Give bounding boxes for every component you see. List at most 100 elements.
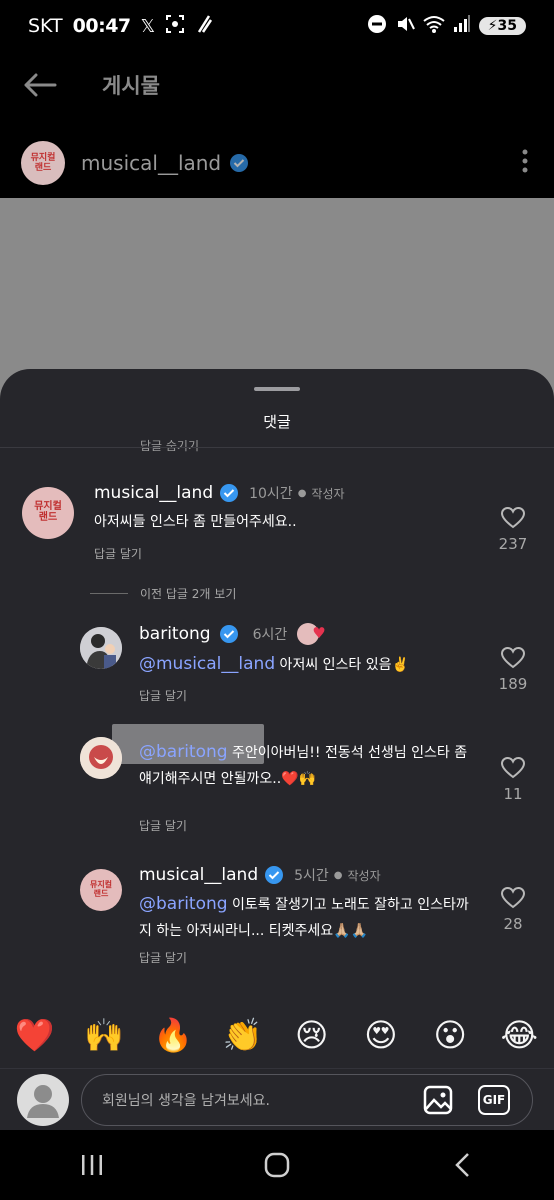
avatar-logo-bottom: 랜드 [34,163,52,173]
avatar-logo: 뮤지컬 랜드 [84,880,118,898]
mute-icon [395,14,415,39]
reply-button[interactable]: 답글 달기 [139,949,187,966]
view-previous-replies[interactable]: 이전 답글 2개 보기 [90,585,236,602]
dnd-icon [367,14,387,39]
mention-link[interactable]: @baritong [139,894,228,914]
comment-avatar[interactable] [80,737,122,779]
comment-username[interactable]: musical__land [94,483,213,503]
avatar-logo-bottom: 랜드 [38,512,58,523]
avatar-logo-bottom: 랜드 [93,889,109,898]
heart-outline-icon [500,756,526,779]
view-previous-label: 이전 답글 2개 보기 [140,587,237,601]
chevron-left-icon [454,1153,469,1177]
home-icon [264,1152,290,1178]
post-author-row: 뮤지컬 랜드 musical__land [0,136,554,190]
more-vertical-icon [522,149,528,173]
emoji-heart-button[interactable]: ❤️ [5,1016,65,1054]
heart-outline-icon [500,886,526,909]
back-nav-button[interactable] [422,1135,502,1195]
emoji-laughing-button[interactable]: 😂 [489,1016,549,1054]
avatar-logo-top: 뮤지컬 [30,153,56,163]
more-options-button[interactable] [522,149,528,177]
heart-filled-icon: ♥ [312,624,326,642]
avatar-logo-top: 뮤지컬 [34,501,62,512]
thread-line [90,593,128,594]
battery-level: 35 [497,18,517,34]
reply-button[interactable]: 답글 달기 [139,817,187,834]
post-top-nav: 게시물 [0,52,554,118]
reply-item: @baritong 주안이아버님!! 전동석 선생님 인스타 좀 얘기해주시면 … [0,735,554,835]
avatar-logo: 뮤지컬 랜드 [28,501,68,523]
system-nav-bar [0,1130,554,1200]
status-bar: SKT 00:47 𝕏 ⚡35 [0,0,554,52]
separator-dot: ● [297,487,307,499]
reply-button[interactable]: 답글 달기 [139,687,187,704]
post-author-username[interactable]: musical__land [81,151,221,175]
emoji-surprised-button[interactable]: 😮 [420,1016,480,1054]
hide-replies-link[interactable]: 답글 숨기기 [140,437,199,454]
post-author-avatar[interactable]: 뮤지컬 랜드 [21,141,65,185]
comment-avatar[interactable] [80,627,122,669]
verified-badge-icon [265,866,284,884]
comment-input-placeholder: 회원님의 생각을 남겨보세요. [102,1092,270,1109]
clock: 00:47 [72,15,131,37]
reply-item: 뮤지컬 랜드 musical__land 5시간 ● 작성자 @baritong… [0,863,554,973]
emoji-raised-hands-button[interactable]: 🙌 [74,1016,134,1054]
author-tag: 작성자 [347,868,381,883]
comment-body: 아저씨 인스타 있음✌️ [275,657,409,673]
notification-icon [195,14,213,39]
like-button[interactable]: 237 [488,506,538,553]
verified-badge-icon [220,484,239,502]
carrier-label: SKT [28,15,63,37]
heart-outline-icon [500,646,526,669]
comment-username[interactable]: musical__land [139,865,258,885]
mention-link[interactable]: @musical__land [139,654,275,674]
gif-button[interactable]: GIF [476,1082,512,1118]
comment-text: 아저씨들 인스타 좀 만들어주세요.. [94,514,297,530]
verified-badge-icon [230,154,249,172]
profile-photo-icon [80,627,122,669]
sheet-drag-handle[interactable] [254,387,300,391]
sheet-title: 댓글 [263,413,291,431]
emoji-clap-button[interactable]: 👏 [212,1016,272,1054]
comment-text: @baritong 이토록 잘생기고 노래도 잘하고 인스타까지 하는 아저씨라… [139,891,469,944]
comment-username[interactable]: baritong [139,624,211,644]
recent-apps-icon [82,1155,103,1175]
avatar-logo-top: 뮤지컬 [89,880,113,889]
emoji-fire-button[interactable]: 🔥 [143,1016,203,1054]
back-button[interactable] [0,52,80,118]
recent-apps-button[interactable] [52,1135,132,1195]
back-arrow-icon [24,73,57,97]
default-user-icon [27,1084,59,1118]
liked-by-author-indicator: ♥ [297,623,331,645]
comment-text: @musical__land 아저씨 인스타 있음✌️ [139,651,489,678]
comment-avatar[interactable]: 뮤지컬 랜드 [22,487,74,539]
my-avatar [17,1073,69,1126]
mention-link[interactable]: @baritong [139,742,228,762]
page-title: 게시물 [102,74,160,98]
emoji-heart-eyes-button[interactable]: 😍 [351,1016,411,1054]
wifi-icon [423,14,445,39]
heart-outline-icon [500,506,526,529]
verified-badge-icon [219,625,238,643]
comment-avatar[interactable]: 뮤지컬 랜드 [80,869,122,911]
comment-item: 뮤지컬 랜드 musical__land 10시간 ● 작성자 아저씨들 인스타… [0,479,554,569]
image-icon [423,1085,453,1114]
image-picker-button[interactable] [420,1082,456,1118]
author-tag: 작성자 [311,486,345,501]
emoji-crying-button[interactable]: 😢 [282,1016,342,1054]
comment-time: 6시간 [252,627,288,643]
like-count: 189 [498,675,528,693]
comment-input-row: 회원님의 생각을 남겨보세요. GIF [0,1068,554,1130]
like-button[interactable]: 11 [488,756,538,803]
like-button[interactable]: 189 [488,646,538,693]
emoji-quick-bar: ❤️ 🙌 🔥 👏 😢 😍 😮 😂 [0,1003,554,1067]
like-button[interactable]: 28 [488,886,538,933]
like-count: 28 [503,915,523,933]
sheet-divider [0,447,554,448]
reply-button[interactable]: 답글 달기 [94,545,142,562]
gif-icon: GIF [478,1084,510,1115]
battery-indicator: ⚡35 [478,17,526,35]
home-button[interactable] [237,1135,317,1195]
comment-input[interactable]: 회원님의 생각을 남겨보세요. GIF [81,1073,533,1126]
